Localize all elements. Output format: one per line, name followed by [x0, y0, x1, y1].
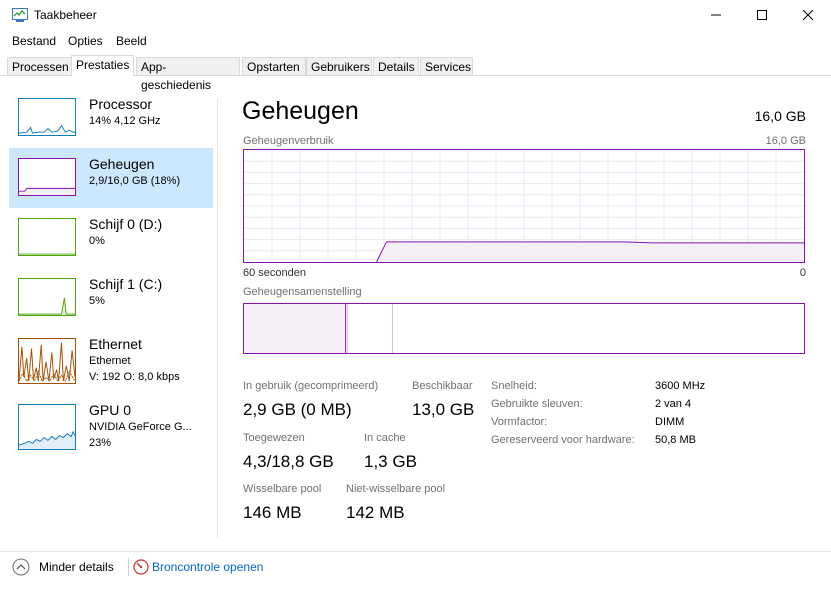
menu-bar: Bestand Opties Beeld [0, 30, 831, 50]
title-bar: Taakbeheer [0, 0, 831, 30]
slots-label: Gebruikte sleuven: [491, 398, 583, 410]
fewer-details-button[interactable]: Minder details [12, 558, 122, 578]
speed-label: Snelheid: [491, 380, 537, 392]
reserved-value: 50,8 MB [655, 434, 696, 446]
gpu-thumbnail [18, 404, 76, 450]
close-button[interactable] [785, 0, 831, 30]
footer-divider [0, 551, 831, 552]
sidebar-item-detail: NVIDIA GeForce G... [89, 421, 192, 433]
sidebar-item-throughput: V: 192 O: 8,0 kbps [89, 371, 180, 383]
composition-label: Geheugensamenstelling [243, 286, 362, 298]
maximize-icon [757, 10, 767, 20]
sidebar-item-gpu[interactable]: GPU 0 NVIDIA GeForce G... 23% [9, 394, 213, 460]
speed-value: 3600 MHz [655, 380, 706, 392]
in-use-value: 2,9 GB (0 MB) [243, 400, 352, 419]
sidebar-item-title: Processor [89, 96, 153, 112]
sidebar-item-detail: 2,9/16,0 GB (18%) [89, 175, 181, 187]
sidebar-item-title: Ethernet [89, 336, 142, 352]
form-factor-value: DIMM [655, 416, 685, 428]
sidebar-item-disk-0[interactable]: Schijf 0 (D:) 0% [9, 208, 213, 268]
cached-label: In cache [364, 432, 406, 444]
sidebar-item-disk-1[interactable]: Schijf 1 (C:) 5% [9, 268, 213, 328]
chevron-up-icon [12, 558, 30, 576]
tab-processes[interactable]: Processen [7, 57, 72, 75]
fewer-details-label: Minder details [39, 560, 114, 574]
paged-pool-value: 146 MB [243, 503, 302, 522]
committed-value: 4,3/18,8 GB [243, 452, 334, 471]
resource-monitor-link[interactable]: Broncontrole openen [133, 558, 273, 578]
ethernet-thumbnail [18, 338, 76, 384]
footer-separator [128, 558, 129, 576]
sidebar-item-memory[interactable]: Geheugen 2,9/16,0 GB (18%) [9, 148, 213, 208]
available-label: Beschikbaar [412, 380, 473, 392]
committed-label: Toegewezen [243, 432, 305, 444]
task-manager-icon [12, 8, 28, 22]
sidebar-item-detail: Ethernet [89, 355, 131, 367]
tab-users[interactable]: Gebruikers [306, 57, 372, 75]
pane-divider [217, 98, 218, 538]
memory-thumbnail [18, 158, 76, 196]
tab-services[interactable]: Services [420, 57, 473, 75]
menu-file[interactable]: Bestand [12, 34, 56, 48]
minimize-icon [711, 14, 721, 16]
total-memory: 16,0 GB [754, 108, 806, 124]
cached-value: 1,3 GB [364, 452, 417, 471]
processor-thumbnail [18, 98, 76, 136]
graph-time-right: 0 [799, 267, 806, 279]
sidebar-item-detail: 0% [89, 235, 105, 247]
nonpaged-pool-label: Niet-wisselbare pool [346, 483, 446, 495]
resource-monitor-icon [133, 559, 149, 575]
minimize-button[interactable] [693, 0, 739, 30]
usage-graph-label: Geheugenverbruik [243, 135, 334, 147]
in-use-label: In gebruik (gecomprimeerd) [243, 380, 379, 392]
form-factor-label: Vormfactor: [491, 416, 548, 428]
close-icon [803, 10, 813, 20]
tab-performance[interactable]: Prestaties [71, 55, 134, 76]
available-value: 13,0 GB [412, 400, 475, 419]
graph-time-left: 60 seconden [243, 267, 306, 279]
paged-pool-label: Wisselbare pool [243, 483, 322, 495]
nonpaged-pool-value: 142 MB [346, 503, 405, 522]
slots-value: 2 van 4 [655, 398, 692, 410]
resource-monitor-label: Broncontrole openen [152, 560, 264, 574]
sidebar-item-title: Schijf 0 (D:) [89, 216, 163, 232]
tab-startup[interactable]: Opstarten [242, 57, 306, 75]
sidebar-item-title: Geheugen [89, 156, 155, 172]
sidebar-item-detail: 5% [89, 295, 105, 307]
window-title: Taakbeheer [34, 8, 97, 22]
sidebar-item-detail: 14% 4,12 GHz [89, 115, 161, 127]
tab-strip: Processen Prestaties App-geschiedenis Op… [0, 55, 831, 92]
usage-graph-max: 16,0 GB [765, 135, 806, 147]
maximize-button[interactable] [739, 0, 785, 30]
tab-details[interactable]: Details [373, 57, 419, 75]
sidebar-item-processor[interactable]: Processor 14% 4,12 GHz [9, 88, 213, 148]
reserved-label: Gereserveerd voor hardware: [491, 434, 635, 446]
sidebar-item-usage: 23% [89, 437, 112, 449]
tab-app-history[interactable]: App-geschiedenis [136, 57, 240, 92]
menu-options[interactable]: Opties [68, 34, 103, 48]
page-title: Geheugen [242, 97, 359, 125]
memory-composition-bar [243, 303, 805, 354]
menu-view[interactable]: Beeld [116, 34, 147, 48]
memory-usage-graph [243, 149, 805, 263]
sidebar-item-title: Schijf 1 (C:) [89, 276, 163, 292]
disk-0-thumbnail [18, 218, 76, 256]
sidebar-item-ethernet[interactable]: Ethernet Ethernet V: 192 O: 8,0 kbps [9, 328, 213, 394]
sidebar-item-title: GPU 0 [89, 402, 132, 418]
disk-1-thumbnail [18, 278, 76, 316]
